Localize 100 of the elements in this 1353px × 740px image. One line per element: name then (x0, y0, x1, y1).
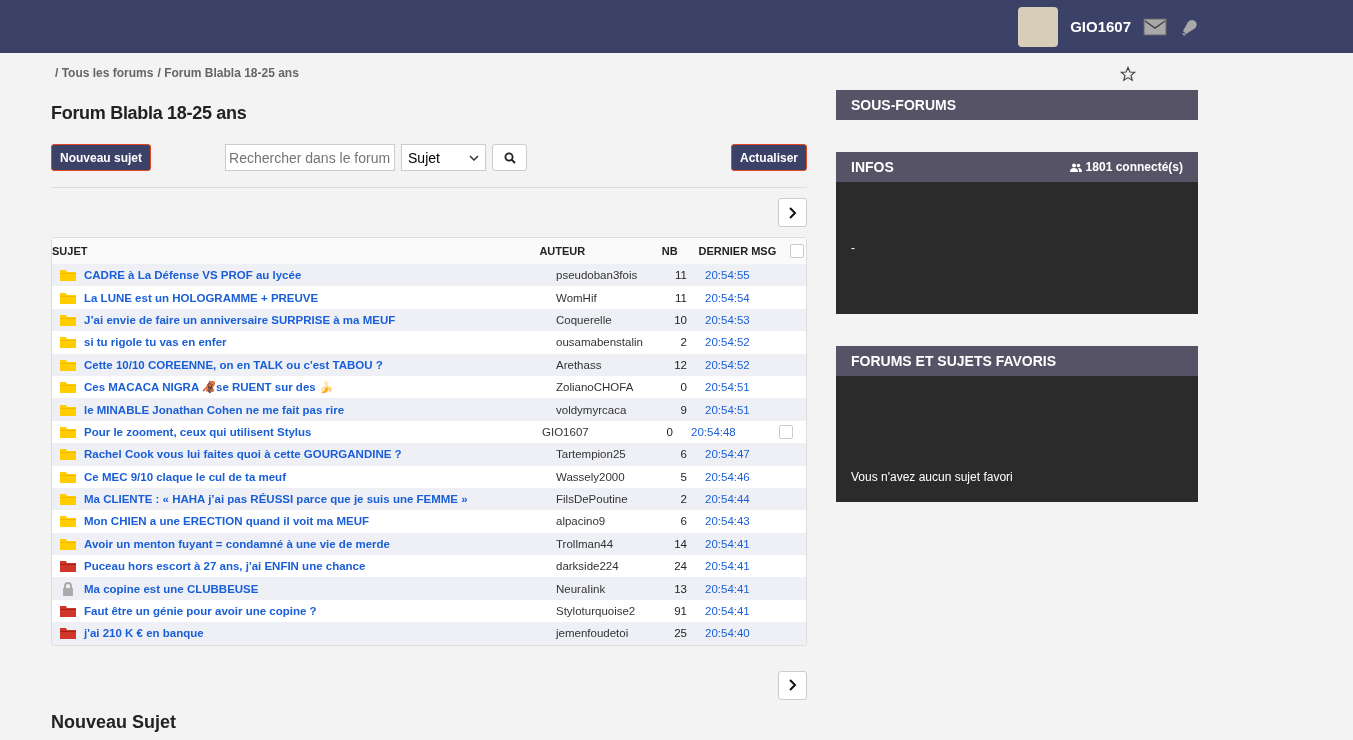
avatar-photo[interactable] (1018, 6, 1059, 47)
refresh-button[interactable]: Actualiser (730, 144, 807, 171)
author-name[interactable]: Wassely2000 (542, 470, 651, 483)
users-icon (1069, 162, 1082, 172)
author-name[interactable]: ZolianoCHOFA (542, 381, 651, 394)
author-name[interactable]: Arethass (542, 358, 651, 371)
topic-link[interactable]: Avoir un menton fuyant = condamné à une vie de merde (84, 537, 542, 550)
topic-link[interactable]: Pour le zooment, ceux qui utilisent Stylus (84, 425, 542, 438)
author-name[interactable]: alpacino9 (542, 515, 651, 528)
author-name[interactable]: Styloturquoise2 (542, 605, 651, 618)
caret-icon (469, 154, 480, 161)
reply-count: 6 (679, 515, 687, 528)
topic-link[interactable]: J’ai envie de faire un anniversaire SURPRISE à ma MEUF (84, 313, 542, 326)
reply-count: 9 (679, 403, 687, 416)
last-message-time[interactable]: 20:54:41 (687, 582, 777, 595)
topic-link[interactable]: Ces MACACA NIGRA 🦧se RUENT sur des 🍌 (84, 380, 542, 395)
section-heading: Nouveau Sujet (51, 711, 178, 733)
chevron-right-icon (787, 679, 798, 692)
breadcrumb-link[interactable]: / Forum Blabla 18-25 ans (157, 66, 299, 86)
topic-link[interactable]: le MINABLE Jonathan Cohen ne me fait pas rire (84, 403, 542, 416)
author-name[interactable]: ousamabenstalin (542, 336, 651, 349)
topic-link[interactable]: j'ai 210 K € en banque (84, 627, 542, 640)
empty-message: Vous n'avez aucun sujet favori (851, 470, 1013, 484)
panel-title: FORUMS ET SUJETS FAVORIS (851, 353, 1057, 369)
last-message-time[interactable]: 20:54:47 (687, 448, 777, 461)
author-name[interactable]: NeuraIink (542, 582, 651, 595)
reply-count: 6 (679, 448, 687, 461)
reply-count: 2 (679, 493, 687, 506)
column-header: SUJET (52, 245, 89, 257)
topic-link[interactable]: si tu rigole tu vas en enfer (84, 336, 542, 349)
author-name[interactable]: pseudoban3fois (542, 269, 651, 282)
search-icon (503, 151, 516, 164)
last-message-time[interactable]: 20:54:55 (687, 269, 777, 282)
reply-count: 11 (674, 291, 687, 304)
author-name[interactable]: FilsDePoutine (542, 493, 651, 506)
star-icon[interactable] (1120, 66, 1136, 82)
author-name[interactable]: jemenfoudetoi (542, 627, 651, 640)
reply-count: 25 (673, 627, 687, 640)
last-message-time[interactable]: 20:54:43 (687, 515, 777, 528)
last-message-time[interactable]: 20:54:41 (687, 605, 777, 618)
breadcrumb-link[interactable]: / Tous les forums (55, 66, 154, 86)
search-button[interactable] (492, 144, 528, 171)
row-checkbox[interactable] (779, 424, 793, 439)
last-message-time[interactable]: 20:54:48 (673, 425, 777, 438)
search-field[interactable]: Rechercher dans le forum (225, 144, 396, 171)
reply-count: 12 (673, 358, 687, 371)
last-message-time[interactable]: 20:54:44 (687, 493, 777, 506)
next-page-button[interactable] (778, 198, 807, 227)
author-name[interactable]: voldymyrcaca (542, 403, 651, 416)
author-name[interactable]: Trollman44 (542, 537, 651, 550)
author-name[interactable]: Coquerelle (542, 313, 651, 326)
reply-count: 5 (679, 470, 687, 483)
last-message-time[interactable]: 20:54:40 (687, 627, 777, 640)
column-header: NB (661, 245, 679, 257)
reply-count: 11 (674, 269, 687, 282)
topic-link[interactable]: Faut être un génie pour avoir une copine ? (84, 605, 542, 618)
topic-link[interactable]: Ce MEC 9/10 claque le cul de ta meuf (84, 470, 542, 483)
last-message-time[interactable]: 20:54:41 (687, 560, 777, 573)
last-message-time[interactable]: 20:54:46 (687, 470, 777, 483)
reply-count: 10 (673, 313, 687, 326)
author-name[interactable]: darkside224 (542, 560, 651, 573)
infos-text: - (851, 241, 855, 255)
panel-title: INFOS (851, 159, 894, 175)
reply-count: 24 (673, 560, 687, 573)
new-topic-button[interactable]: Nouveau sujet (51, 144, 152, 171)
author-name[interactable]: Tartempion25 (542, 448, 651, 461)
author-name[interactable]: WomHif (542, 291, 651, 304)
select-all-checkbox[interactable] (790, 244, 805, 258)
topic-link[interactable]: CADRE à La Défense VS PROF au lycée (84, 269, 542, 282)
forum-title: Forum Blabla 18-25 ans (51, 103, 248, 124)
reply-count: 2 (679, 336, 687, 349)
topic-link[interactable]: Ma CLIENTE : « HAHA j’ai pas RÉUSSI parce que je suis une FEMME » (84, 493, 542, 506)
panel-title: SOUS-FORUMS (851, 97, 956, 113)
column-header: AUTEUR (539, 245, 587, 257)
search-scope-dropdown[interactable]: Sujet (401, 144, 487, 171)
last-message-time[interactable]: 20:54:41 (687, 537, 777, 550)
last-message-time[interactable]: 20:54:54 (687, 291, 777, 304)
topic-link[interactable]: Cette 10/10 COREENNE, on en TALK ou c'est TABOU ? (84, 358, 542, 371)
reply-count: 91 (673, 605, 687, 618)
last-message-time[interactable]: 20:54:52 (687, 358, 777, 371)
reply-count: 0 (665, 425, 673, 438)
topic-link[interactable]: Mon CHIEN a une ERECTION quand il voit ma MEUF (84, 515, 542, 528)
last-message-time[interactable]: 20:54:51 (687, 381, 777, 394)
topic-link[interactable]: Puceau hors escort à 27 ans, j'ai ENFIN une chance (84, 560, 542, 573)
last-message-time[interactable]: 20:54:52 (687, 336, 777, 349)
chevron-right-icon (787, 206, 798, 219)
reply-count: 0 (679, 381, 687, 394)
mail-icon[interactable] (1143, 16, 1167, 37)
reply-count: 14 (673, 537, 687, 550)
online-count: 1801 connecté(s) (1085, 160, 1183, 174)
next-page-button[interactable] (778, 670, 807, 700)
column-header: DERNIER MSG (698, 245, 778, 257)
last-message-time[interactable]: 20:54:53 (687, 313, 777, 326)
reply-count: 13 (673, 582, 687, 595)
author-name[interactable]: GIO1607 (542, 425, 651, 438)
last-message-time[interactable]: 20:54:51 (687, 403, 777, 416)
topic-link[interactable]: Rachel Cook vous lui faites quoi à cette GOURGANDINE ? (84, 448, 542, 461)
topic-link[interactable]: Ma copine est une CLUBBEUSE (84, 582, 542, 595)
topic-link[interactable]: La LUNE est un HOLOGRAMME + PREUVE (84, 291, 542, 304)
username[interactable]: GIO1607 (1070, 18, 1131, 35)
